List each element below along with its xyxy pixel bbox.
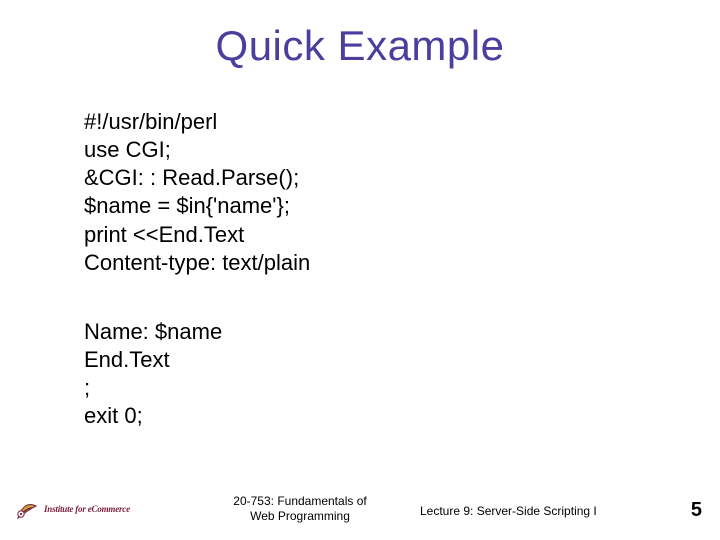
code-line: Content-type: text/plain: [84, 249, 310, 277]
logo-text: Institute for eCommerce: [44, 504, 130, 514]
code-line: use CGI;: [84, 136, 310, 164]
footer-lecture: Lecture 9: Server-Side Scripting I: [420, 504, 597, 518]
code-line: print <<End.Text: [84, 221, 310, 249]
logo-icon: [14, 496, 40, 522]
footer-course: 20-753: Fundamentals of Web Programming: [210, 494, 390, 524]
footer-course-line: Web Programming: [210, 509, 390, 524]
code-line: #!/usr/bin/perl: [84, 108, 310, 136]
slide: Quick Example #!/usr/bin/perl use CGI; &…: [0, 0, 720, 540]
page-number: 5: [691, 499, 702, 522]
logo: Institute for eCommerce: [14, 496, 130, 522]
code-line: Name: $name: [84, 318, 222, 346]
code-line: ;: [84, 374, 222, 402]
footer-course-line: 20-753: Fundamentals of: [210, 494, 390, 509]
code-line: exit 0;: [84, 402, 222, 430]
slide-title: Quick Example: [0, 22, 720, 70]
code-line: End.Text: [84, 346, 222, 374]
code-block-1: #!/usr/bin/perl use CGI; &CGI: : Read.Pa…: [84, 108, 310, 277]
code-line: $name = $in{'name'};: [84, 192, 310, 220]
code-line: &CGI: : Read.Parse();: [84, 164, 310, 192]
footer: Institute for eCommerce 20-753: Fundamen…: [0, 482, 720, 528]
code-block-2: Name: $name End.Text ; exit 0;: [84, 318, 222, 431]
